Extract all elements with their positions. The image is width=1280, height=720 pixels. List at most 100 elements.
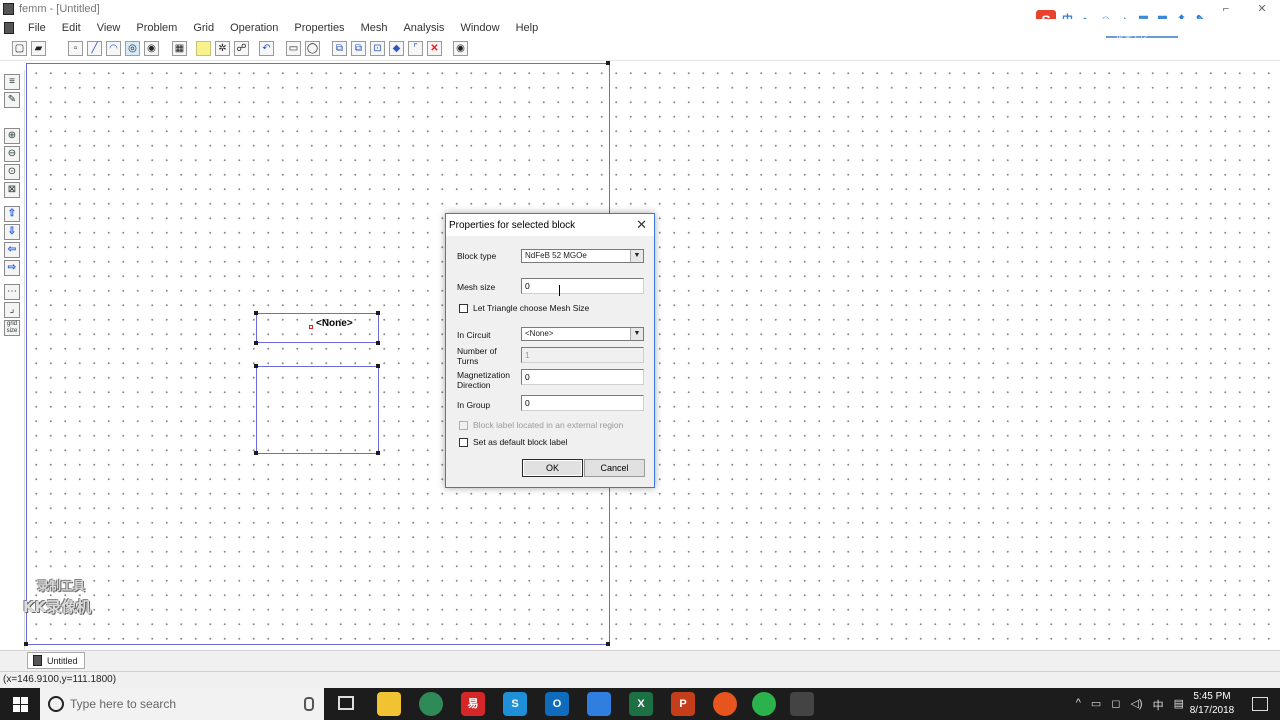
new-file-icon[interactable]: ▢ [12, 41, 27, 56]
help-about-icon[interactable]: ◉ [453, 41, 468, 56]
lower-block-node[interactable] [376, 451, 380, 455]
task-view-icon[interactable] [338, 696, 354, 710]
menu-edit[interactable]: Edit [54, 22, 89, 34]
boundary-node[interactable] [606, 61, 610, 65]
tray-expand-icon[interactable]: ^ [1076, 697, 1081, 713]
close-button[interactable]: ✕ [1244, 0, 1280, 19]
taskbar-clock[interactable]: 5:45 PM 8/17/2018 [1184, 690, 1240, 718]
volume-icon[interactable]: ◁) [1130, 697, 1142, 713]
menu-analysis[interactable]: Analysis [395, 22, 452, 34]
default-label-row[interactable]: Set as default block label [459, 437, 568, 447]
snap-grid-icon[interactable]: ⌟ [4, 302, 20, 318]
zoom-window-icon[interactable]: ⊠ [4, 182, 20, 198]
zoom-out-icon[interactable]: ⊖ [4, 146, 20, 162]
pan-up-icon[interactable]: ⇧ [4, 206, 20, 222]
wechat-icon[interactable] [752, 692, 776, 716]
let-triangle-row[interactable]: Let Triangle choose Mesh Size [459, 303, 589, 313]
menu-grid[interactable]: Grid [185, 22, 222, 34]
open-folder-icon[interactable]: ▰ [31, 41, 46, 56]
skype-icon[interactable]: S [503, 692, 527, 716]
move-icon[interactable]: ⧉ [332, 41, 347, 56]
taskbar-search-box[interactable]: Type here to search [40, 688, 324, 720]
start-button[interactable] [0, 688, 40, 720]
lower-block-node[interactable] [254, 364, 258, 368]
pan-left-icon[interactable]: ⇦ [4, 242, 20, 258]
magnet-node[interactable] [254, 341, 258, 345]
select-circle-icon[interactable]: ◯ [305, 41, 320, 56]
menu-help[interactable]: Help [508, 22, 547, 34]
notification-center-icon[interactable] [1252, 697, 1268, 711]
analyze-icon[interactable]: ✲ [215, 41, 230, 56]
toggle-grid-icon[interactable]: ⋯ [4, 284, 20, 300]
pan-right-icon[interactable]: ⇨ [4, 260, 20, 276]
external-region-checkbox[interactable] [459, 420, 468, 430]
node-mode-icon[interactable]: ▫ [68, 41, 83, 56]
block-type-select[interactable]: NdFeB 52 MGOe ▼ [521, 249, 644, 263]
view-results-icon[interactable]: ☍ [234, 41, 249, 56]
powerpoint-icon[interactable]: P [671, 692, 695, 716]
restore-button[interactable]: ⌐ [1208, 0, 1244, 19]
copy-icon[interactable]: ⧉ [351, 41, 366, 56]
outlook-icon[interactable]: O [545, 692, 569, 716]
delete-icon[interactable]: ✕ [427, 41, 442, 56]
microphone-icon[interactable] [304, 697, 314, 711]
menu-mesh[interactable]: Mesh [353, 22, 396, 34]
lower-block-node[interactable] [254, 451, 258, 455]
lower-block-node[interactable] [376, 364, 380, 368]
mag-direction-input[interactable]: 0 [521, 369, 644, 385]
group-mode-icon[interactable]: ◉ [144, 41, 159, 56]
boundary-node[interactable] [606, 642, 610, 646]
ime-tray-icon[interactable]: ▤ [1174, 697, 1184, 713]
notes-icon[interactable] [587, 692, 611, 716]
block-label-mode-icon[interactable]: ◎ [125, 41, 140, 56]
ok-button[interactable]: OK [522, 459, 583, 477]
show-grid-icon[interactable]: ≡ [4, 74, 20, 90]
select-window-icon[interactable]: ▭ [286, 41, 301, 56]
dialog-close-button[interactable]: ✕ [636, 217, 647, 233]
menu-problem[interactable]: Problem [128, 22, 185, 34]
menu-file[interactable]: File [20, 22, 54, 34]
menu-window[interactable]: Window [452, 22, 507, 34]
excel-icon[interactable]: X [629, 692, 653, 716]
boundary-node[interactable] [24, 642, 28, 646]
menu-properties[interactable]: Properties [286, 22, 352, 34]
mirror-icon[interactable]: ◆ [389, 41, 404, 56]
fillet-icon[interactable]: ⌜ [408, 41, 423, 56]
default-label-checkbox[interactable] [459, 437, 468, 447]
menu-operation[interactable]: Operation [222, 22, 286, 34]
file-explorer-icon[interactable] [377, 692, 401, 716]
mesh-size-input[interactable]: 0 [521, 278, 644, 294]
cancel-button[interactable]: Cancel [584, 459, 645, 477]
pan-down-icon[interactable]: ⇩ [4, 224, 20, 240]
arc-mode-icon[interactable]: ◠ [106, 41, 121, 56]
network-icon[interactable]: ◻ [1111, 697, 1120, 713]
run-mesh-icon[interactable]: ▦ [172, 41, 187, 56]
grid-size-icon[interactable]: grid size [4, 320, 20, 336]
segment-mode-icon[interactable]: ╱ [87, 41, 102, 56]
zoom-in-icon[interactable]: ⊕ [4, 128, 20, 144]
magnet-node[interactable] [376, 341, 380, 345]
battery-icon[interactable]: ▭ [1091, 697, 1101, 713]
input-language-indicator[interactable]: 中 [1153, 697, 1164, 713]
mesh-generator-icon[interactable] [196, 41, 211, 56]
in-circuit-select[interactable]: <None> ▼ [521, 327, 644, 341]
magnet-node[interactable] [254, 311, 258, 315]
femm-taskbar-icon[interactable] [790, 692, 814, 716]
undo-icon[interactable]: ↶ [259, 41, 274, 56]
zoom-natural-icon[interactable]: ⊙ [4, 164, 20, 180]
in-group-input[interactable]: 0 [521, 395, 644, 411]
let-triangle-checkbox[interactable] [459, 303, 468, 313]
lower-block[interactable] [256, 366, 379, 454]
document-tab-untitled[interactable]: Untitled [27, 652, 85, 669]
browser-icon[interactable] [419, 692, 443, 716]
edit-props-icon[interactable]: ✎ [4, 92, 20, 108]
external-region-row[interactable]: Block label located in an external regio… [459, 420, 623, 430]
num-turns-input[interactable]: 1 [521, 347, 644, 363]
scale-icon[interactable]: ⊡ [370, 41, 385, 56]
chevron-down-icon[interactable]: ▼ [630, 328, 643, 340]
magnet-node[interactable] [376, 311, 380, 315]
youdao-icon[interactable]: 易 [461, 692, 485, 716]
chevron-down-icon[interactable]: ▼ [630, 250, 643, 262]
menu-view[interactable]: View [89, 22, 129, 34]
video-app-icon[interactable] [713, 692, 737, 716]
